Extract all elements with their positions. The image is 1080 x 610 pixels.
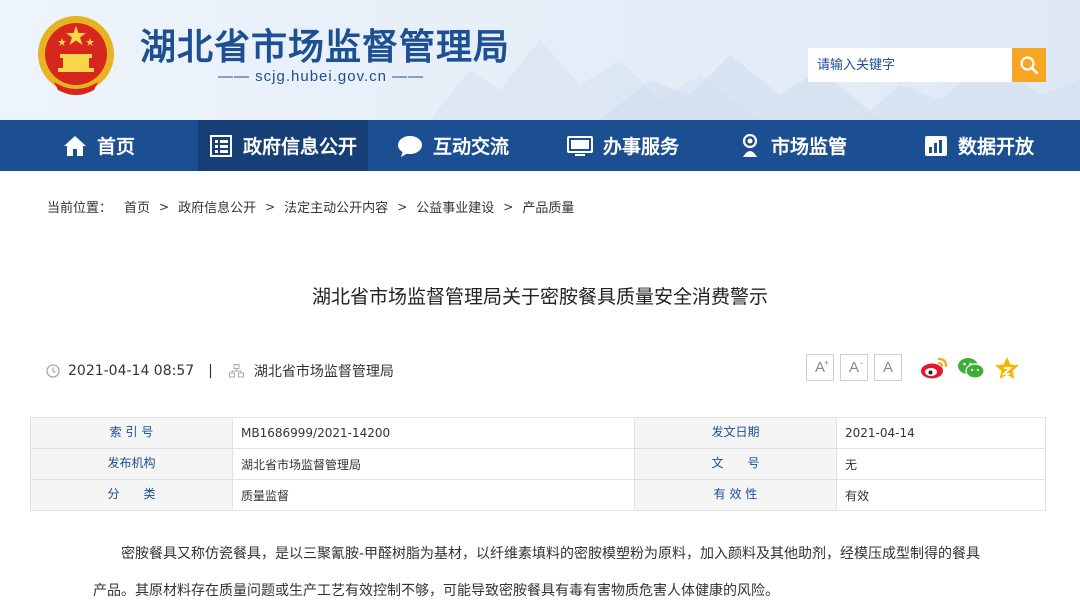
breadcrumb-separator: >	[397, 199, 408, 214]
document-number-value: 无	[836, 448, 1046, 480]
nav-item-open-data[interactable]: 数据开放	[878, 120, 1080, 171]
font-reset-button[interactable]: A	[874, 354, 902, 381]
publisher-value: 湖北省市场监督管理局	[232, 448, 635, 480]
index-number-label: 索 引 号	[30, 417, 233, 449]
home-icon	[63, 135, 87, 157]
site-domain: —— scjg.hubei.gov.cn ——	[218, 68, 424, 85]
table-row: 分 类 质量监督 有 效 性 有效	[30, 479, 1046, 511]
nav-label: 市场监管	[770, 136, 847, 158]
nav-label: 政府信息公开	[242, 136, 357, 158]
bar-chart-icon	[924, 135, 948, 157]
nav-label: 互动交流	[432, 136, 509, 158]
category-label: 分 类	[30, 479, 233, 511]
breadcrumb-separator: >	[503, 199, 514, 214]
issue-date-label: 发文日期	[634, 417, 837, 449]
font-decrease-button[interactable]: A-	[840, 354, 868, 381]
breadcrumb-link-gov-info[interactable]: 政府信息公开	[178, 197, 256, 216]
search-input[interactable]	[808, 48, 1012, 82]
publisher-label: 发布机构	[30, 448, 233, 480]
clock-icon	[46, 364, 60, 378]
domain-dash-right: ——	[392, 68, 425, 85]
monitor-icon	[566, 135, 593, 157]
index-number-value: MB1686999/2021-14200	[232, 417, 635, 449]
article-tools: A + A- A	[806, 354, 1029, 381]
nav-item-interaction[interactable]: 互动交流	[368, 120, 538, 171]
breadcrumb-link-statutory[interactable]: 法定主动公开内容	[284, 197, 388, 216]
font-increase-button[interactable]: A +	[806, 354, 834, 381]
inspector-icon	[739, 133, 761, 158]
nav-label: 数据开放	[957, 136, 1034, 158]
breadcrumb-link-public-welfare[interactable]: 公益事业建设	[416, 197, 494, 216]
national-emblem-icon[interactable]	[36, 14, 116, 96]
nav-label: 办事服务	[602, 136, 679, 158]
issue-date-value: 2021-04-14	[836, 417, 1046, 449]
nav-item-home[interactable]: 首页	[0, 120, 198, 171]
table-row: 索 引 号 MB1686999/2021-14200 发文日期 2021-04-…	[30, 417, 1046, 449]
nav-label: 首页	[96, 136, 135, 158]
source-icon	[228, 364, 244, 378]
article-body: 密胺餐具又称仿瓷餐具，是以三聚氰胺-甲醛树脂为基材，以纤维素填料的密胺模塑粉为原…	[93, 546, 981, 599]
article-source: 湖北省市场监督管理局	[253, 364, 394, 380]
favorite-icon[interactable]	[994, 356, 1020, 380]
validity-label: 有 效 性	[634, 479, 837, 511]
share-bar	[920, 356, 1029, 380]
site-header: 湖北省市场监督管理局 —— scjg.hubei.gov.cn ——	[0, 0, 1080, 120]
wechat-icon[interactable]	[957, 356, 985, 380]
breadcrumb: 当前位置： 首页 > 政府信息公开 > 法定主动公开内容 > 公益事业建设 > …	[47, 197, 574, 217]
nav-item-services[interactable]: 办事服务	[538, 120, 708, 171]
nav-item-gov-info[interactable]: 政府信息公开	[198, 120, 368, 171]
document-info-table: 索 引 号 MB1686999/2021-14200 发文日期 2021-04-…	[30, 417, 1046, 511]
article-title: 湖北省市场监督管理局关于密胺餐具质量安全消费警示	[311, 286, 768, 308]
site-domain-text: scjg.hubei.gov.cn	[255, 68, 387, 85]
document-list-icon	[209, 134, 233, 157]
meta-divider: |	[208, 363, 213, 379]
chat-bubble-icon	[397, 135, 423, 157]
breadcrumb-prefix: 当前位置：	[47, 201, 113, 216]
domain-dash-left: ——	[218, 68, 250, 85]
search-button[interactable]	[1012, 48, 1046, 82]
search-box	[808, 48, 1046, 82]
category-value: 质量监督	[232, 479, 635, 511]
site-title[interactable]: 湖北省市场监督管理局	[140, 18, 510, 70]
article-meta: 2021-04-14 08:57 | 湖北省市场监督管理局	[46, 361, 394, 381]
breadcrumb-link-home[interactable]: 首页	[124, 197, 150, 216]
weibo-icon[interactable]	[920, 356, 948, 380]
document-number-label: 文 号	[634, 448, 837, 480]
breadcrumb-separator: >	[159, 199, 170, 214]
table-row: 发布机构 湖北省市场监督管理局 文 号 无	[30, 448, 1046, 480]
search-icon	[1020, 56, 1039, 75]
validity-value: 有效	[836, 479, 1046, 511]
breadcrumb-link-product-quality[interactable]: 产品质量	[522, 197, 574, 216]
nav-item-market-supervision[interactable]: 市场监管	[708, 120, 878, 171]
breadcrumb-separator: >	[265, 199, 276, 214]
main-nav: 首页 政府信息公开 互动交流 办事服务 市场监管 数据开放	[0, 120, 1080, 171]
publish-datetime: 2021-04-14 08:57	[68, 363, 195, 379]
